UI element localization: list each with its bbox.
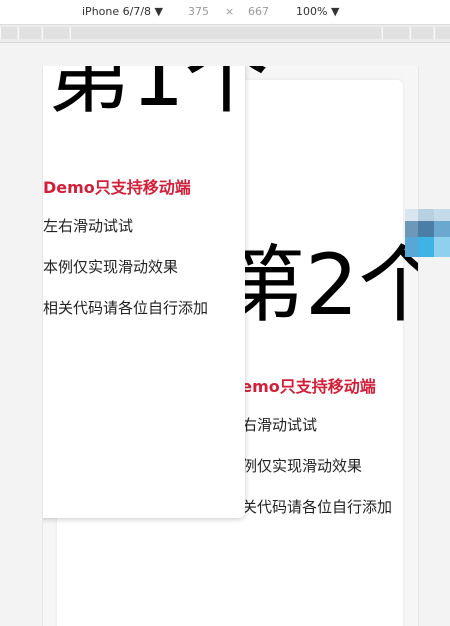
card-title: 第1个	[47, 66, 269, 125]
card-line: 本例仅实现滑动效果	[43, 258, 179, 276]
ruler-segment[interactable]	[382, 27, 409, 39]
media-query-ruler	[0, 25, 450, 43]
device-toolbar: iPhone 6/7/8 ▼ 375 × 667 100% ▼	[0, 0, 450, 25]
zoom-select[interactable]: 100% ▼	[296, 5, 339, 18]
ruler-segment[interactable]	[434, 27, 450, 39]
dimension-separator: ×	[225, 5, 235, 18]
ruler-segment[interactable]	[42, 27, 69, 39]
card-line: 本例仅实现滑动效果	[227, 457, 363, 475]
card-title: 第2个	[221, 236, 418, 334]
device-viewport: 第2个 Demo只支持移动端 左右滑动试试 本例仅实现滑动效果 相关代码请各位自…	[42, 66, 419, 626]
pixelated-thumbnail-icon	[405, 209, 450, 257]
card-line: 左右滑动试试	[43, 217, 134, 235]
ruler-segment[interactable]	[0, 27, 17, 39]
card-line: 相关代码请各位自行添加	[43, 299, 209, 317]
card-line: 相关代码请各位自行添加	[227, 498, 393, 516]
card-highlight: Demo只支持移动端	[43, 178, 191, 197]
ruler-segment[interactable]	[410, 27, 433, 39]
viewport-height-field[interactable]: 667	[248, 5, 269, 18]
device-select[interactable]: iPhone 6/7/8 ▼	[82, 5, 163, 18]
ruler-segment[interactable]	[70, 27, 381, 39]
ruler-segment[interactable]	[18, 27, 41, 39]
card-highlight: Demo只支持移动端	[228, 377, 376, 396]
viewport-width-field[interactable]: 375	[188, 5, 209, 18]
swipe-card-1[interactable]: 第1个 Demo只支持移动端 左右滑动试试 本例仅实现滑动效果 相关代码请各位自…	[43, 66, 268, 518]
